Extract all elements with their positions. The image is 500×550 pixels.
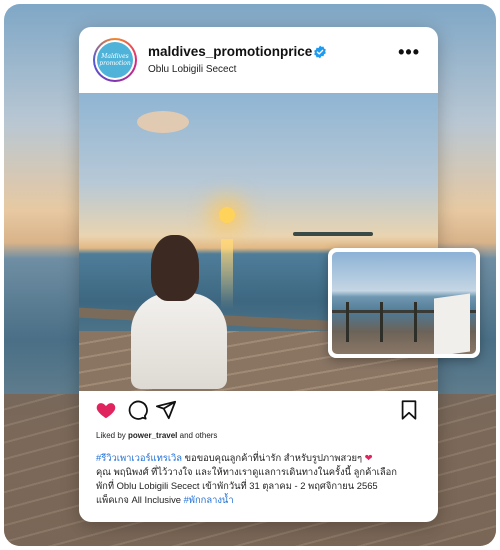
woman-hair [151, 235, 199, 301]
username[interactable]: maldives_promotionprice [148, 44, 312, 59]
caption-line4: แพ็คเกจ All Inclusive [96, 494, 184, 505]
caption-line3: พักที่ Oblu Lobigili Secect เข้าพักวันที… [96, 480, 378, 491]
villa-wall [434, 293, 470, 354]
avatar-logo-line2: promotion [99, 60, 131, 67]
woman-figure [131, 293, 227, 389]
cloud [137, 111, 189, 133]
post-caption: #รีวิวเพาเวอร์แทรเวิล ขอขอบคุณลูกค้าที่น… [96, 451, 424, 507]
post-actions [79, 399, 438, 427]
share-icon[interactable] [155, 399, 177, 421]
liked-by-user[interactable]: power_travel [128, 431, 177, 440]
sun-reflection [221, 239, 233, 309]
verified-icon [314, 45, 326, 59]
liked-by-text: Liked by power_travel and others [96, 431, 218, 440]
avatar-logo: Maldives promotion [97, 42, 133, 78]
post-header: Maldives promotion maldives_promotionpri… [79, 27, 438, 93]
avatar-logo-line1: Maldives [101, 53, 129, 60]
more-icon[interactable]: ••• [398, 43, 420, 61]
hashtag-review[interactable]: #รีวิวเพาเวอร์แทรเวิล [96, 452, 182, 463]
location-label[interactable]: Oblu Lobigili Secect [148, 64, 236, 75]
sun [219, 207, 235, 223]
avatar[interactable]: Maldives promotion [93, 38, 137, 82]
heart-icon[interactable] [95, 399, 117, 421]
inset-photo-image [332, 252, 476, 354]
heart-emoji-icon: ❤ [364, 452, 373, 463]
comment-icon[interactable] [126, 399, 148, 421]
island [293, 232, 373, 236]
hashtag-stay[interactable]: #พักกลางน้ำ [184, 494, 234, 505]
bookmark-icon[interactable] [398, 399, 420, 421]
caption-line1: ขอขอบคุณลูกค้าที่น่ารัก สำหรับรูปภาพสวยๆ [182, 452, 365, 463]
caption-line2: คุณ พฤนิพงศ์ ที่ไว้วางใจ และให้ทางเราดูแ… [96, 466, 397, 477]
inset-photo[interactable] [328, 248, 480, 358]
